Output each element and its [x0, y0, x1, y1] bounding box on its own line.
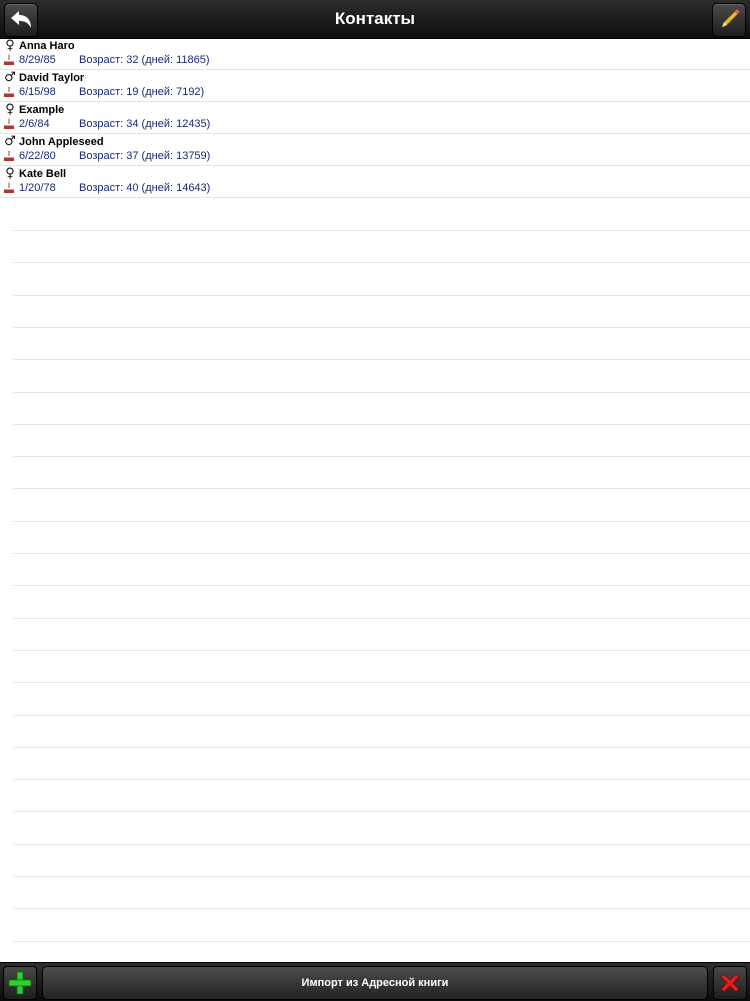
empty-row-divider	[13, 908, 750, 910]
empty-row-divider	[13, 746, 750, 748]
contact-name: Example	[19, 104, 65, 116]
empty-row-divider	[13, 456, 750, 458]
birth-date: 2/6/84	[19, 118, 50, 130]
birth-date: 6/15/98	[19, 86, 56, 98]
empty-row-divider	[13, 714, 750, 716]
list-item[interactable]: ♀ Anna Haro 8/29/85 Возраст: 32 (дней: 1…	[0, 38, 750, 70]
birth-date: 6/22/80	[19, 150, 56, 162]
bottom-toolbar: Импорт из Адресной книги	[0, 962, 750, 1001]
male-icon: ♂	[4, 70, 16, 85]
empty-row-divider	[13, 843, 750, 845]
empty-row-divider	[13, 585, 750, 587]
empty-row-divider	[13, 811, 750, 813]
birthday-cake-icon	[4, 118, 14, 129]
birthday-cake-icon	[4, 150, 14, 161]
edit-button[interactable]	[712, 3, 746, 37]
empty-row-divider	[13, 649, 750, 651]
empty-row-divider	[13, 940, 750, 942]
empty-row-divider	[13, 553, 750, 554]
age-text: Возраст: 32 (дней: 11865)	[79, 54, 210, 66]
empty-row-divider	[13, 262, 750, 264]
empty-row-divider	[13, 391, 750, 393]
female-icon: ♀	[5, 102, 15, 117]
list-item[interactable]: ♂ John Appleseed 6/22/80 Возраст: 37 (дн…	[0, 134, 750, 166]
empty-row-divider	[13, 294, 750, 296]
birth-date: 8/29/85	[19, 54, 56, 66]
list-item[interactable]: ♀ Kate Bell 1/20/78 Возраст: 40 (дней: 1…	[0, 166, 750, 198]
list-item[interactable]: ♂ David Taylor 6/15/98 Возраст: 19 (дней…	[0, 70, 750, 102]
contact-list: ♀ Anna Haro 8/29/85 Возраст: 32 (дней: 1…	[0, 38, 750, 198]
import-address-book-button[interactable]: Импорт из Адресной книги	[42, 966, 708, 1000]
female-icon: ♀	[5, 166, 15, 181]
age-text: Возраст: 37 (дней: 13759)	[79, 150, 211, 162]
contact-name: John Appleseed	[19, 136, 104, 148]
empty-row-divider	[13, 876, 750, 877]
delete-button[interactable]	[713, 966, 747, 1000]
page-title: Контакты	[334, 9, 416, 28]
plus-icon	[8, 971, 32, 995]
birthday-cake-icon	[4, 86, 14, 97]
add-contact-button[interactable]	[3, 966, 37, 1000]
contact-name: David Taylor	[19, 72, 85, 84]
empty-row-divider	[13, 359, 750, 361]
birthday-cake-icon	[4, 54, 14, 65]
birth-date: 1/20/78	[19, 182, 56, 194]
list-item[interactable]: ♀ Example 2/6/84 Возраст: 34 (дней: 1243…	[0, 102, 750, 134]
age-text: Возраст: 40 (дней: 14643)	[79, 182, 211, 194]
empty-row-divider	[13, 520, 750, 522]
age-text: Возраст: 19 (дней: 7192)	[79, 86, 205, 98]
pencil-icon	[721, 9, 740, 28]
empty-row-divider	[13, 682, 750, 684]
empty-row-divider	[13, 488, 750, 490]
top-navigation-bar: Контакты	[0, 0, 750, 39]
birthday-cake-icon	[4, 182, 14, 193]
empty-row-divider	[13, 230, 750, 231]
close-icon	[720, 973, 740, 993]
contact-name: Kate Bell	[19, 168, 67, 180]
empty-row-divider	[13, 617, 750, 619]
contact-name: Anna Haro	[19, 40, 75, 52]
empty-row-divider	[13, 423, 750, 425]
male-icon: ♂	[4, 134, 16, 149]
empty-row-divider	[13, 326, 750, 328]
female-icon: ♀	[5, 38, 15, 53]
empty-row-divider	[13, 779, 750, 781]
age-text: Возраст: 34 (дней: 12435)	[79, 118, 211, 130]
